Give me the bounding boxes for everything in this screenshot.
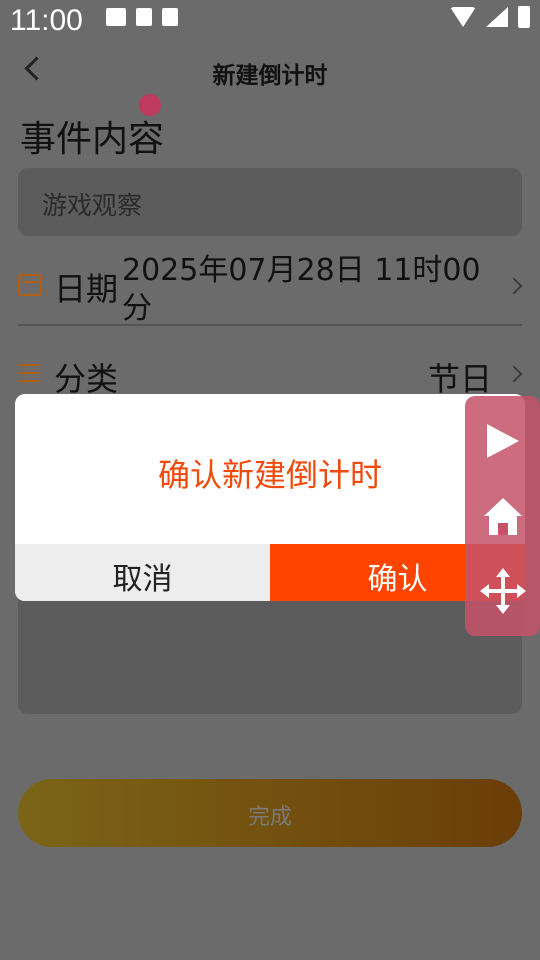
status-left-icons (106, 8, 178, 26)
dialog-title: 确认新建倒计时 (157, 456, 382, 494)
cancel-button-label: 取消 (112, 562, 173, 597)
event-content-value: 游戏观察 (42, 191, 143, 220)
nav-bar: 新建倒计时 (0, 44, 540, 96)
image-icon (106, 8, 126, 26)
font-icon (162, 8, 178, 26)
date-row[interactable]: 日期 2025年07月28日 11时00分 (18, 250, 523, 326)
floating-toolbar (465, 396, 540, 636)
date-value: 2025年07月28日 11时00分 (122, 253, 481, 322)
confirm-dialog: 确认新建倒计时 取消 确认 (15, 394, 525, 601)
signal-icon (486, 7, 508, 27)
category-row[interactable]: 分类 节日 (18, 340, 523, 400)
play-icon[interactable] (487, 424, 519, 458)
status-right-icons (450, 6, 530, 28)
done-button[interactable]: 完成 (18, 779, 522, 847)
note-input[interactable] (18, 594, 522, 714)
page-title: 新建倒计时 (212, 63, 328, 89)
status-time: 11:00 (10, 4, 83, 37)
done-button-label: 完成 (247, 805, 292, 830)
cancel-button[interactable]: 取消 (15, 544, 270, 601)
event-content-input[interactable]: 游戏观察 (18, 168, 522, 236)
list-icon (18, 364, 42, 386)
wifi-icon (450, 7, 476, 27)
download-icon (136, 8, 152, 26)
chevron-right-icon (505, 365, 523, 383)
calendar-icon (18, 274, 42, 296)
move-icon[interactable] (480, 568, 526, 614)
status-bar: 11:00 (0, 0, 540, 44)
chevron-right-icon (505, 277, 523, 295)
event-section-title: 事件内容 (20, 119, 165, 160)
date-label: 日期 (54, 270, 119, 308)
battery-icon (518, 6, 530, 28)
home-icon[interactable] (484, 498, 522, 535)
